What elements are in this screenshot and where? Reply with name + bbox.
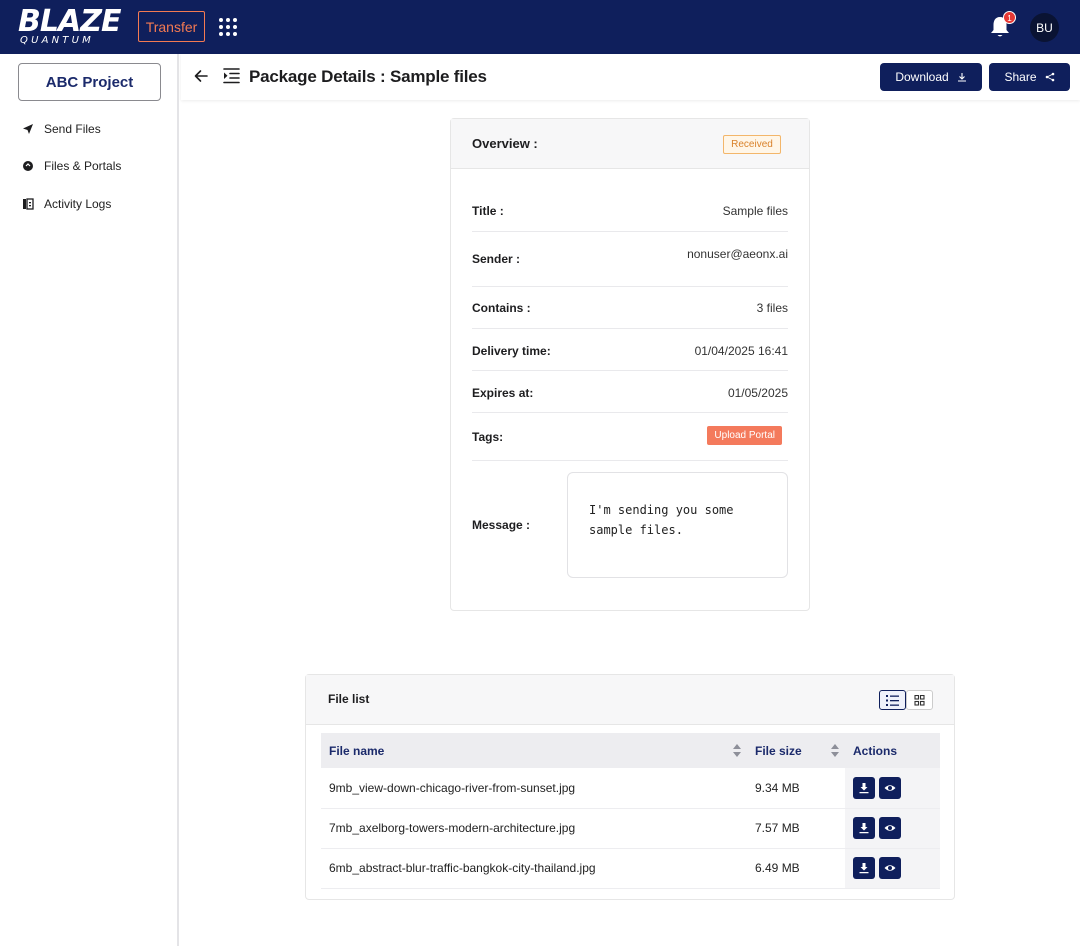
eye-icon: [884, 785, 896, 791]
row-preview-button[interactable]: [879, 817, 901, 839]
field-contains: Contains : 3 files: [472, 287, 788, 329]
list-view-button[interactable]: [879, 690, 906, 710]
eye-icon: [884, 825, 896, 831]
file-list-title: File list: [328, 692, 370, 706]
field-label: Delivery time:: [472, 344, 551, 358]
project-selector-button[interactable]: ABC Project: [18, 63, 161, 101]
sidebar: ABC Project Send Files Files & Portals A…: [0, 54, 179, 946]
files-icon: [23, 161, 33, 171]
field-label: Contains :: [472, 301, 531, 315]
download-button-label: Download: [895, 70, 949, 84]
field-title: Title : Sample files: [472, 199, 788, 232]
transfer-button[interactable]: Transfer: [138, 11, 205, 42]
download-icon: [859, 782, 869, 794]
tag-chip: Upload Portal: [707, 426, 782, 445]
share-icon: [1045, 72, 1054, 82]
logs-icon: [23, 198, 34, 210]
sidebar-item-label: Files & Portals: [44, 159, 122, 173]
row-download-button[interactable]: [853, 817, 875, 839]
field-value: 3 files: [756, 301, 788, 315]
menu-collapse-icon[interactable]: [223, 67, 240, 84]
apps-grid-icon[interactable]: [218, 17, 238, 37]
file-size-cell: 9.34 MB: [747, 768, 845, 809]
file-table: File name File size Actions 9mb_view-dow…: [321, 733, 940, 889]
status-badge: Received: [723, 135, 781, 154]
message-box: I'm sending you some sample files.: [567, 472, 788, 578]
list-view-icon: [886, 694, 899, 706]
column-header-label: File name: [329, 743, 385, 758]
overview-title: Overview :: [472, 136, 538, 151]
actions-cell: [845, 768, 940, 809]
sidebar-item-activity-logs[interactable]: Activity Logs: [22, 193, 111, 215]
grid-view-icon: [914, 694, 925, 706]
send-icon: [23, 124, 33, 134]
row-download-button[interactable]: [853, 857, 875, 879]
download-icon: [957, 73, 966, 82]
file-name-cell: 6mb_abstract-blur-traffic-bangkok-city-t…: [321, 848, 747, 889]
message-label: Message :: [472, 518, 531, 532]
eye-icon: [884, 865, 896, 871]
sort-icon: [733, 744, 741, 757]
actions-cell: [845, 808, 940, 849]
file-size-cell: 6.49 MB: [747, 848, 845, 889]
field-tags: Tags: Upload Portal: [472, 413, 788, 461]
row-preview-button[interactable]: [879, 776, 901, 799]
overview-card-header: Overview : Received: [451, 119, 809, 169]
file-size-cell: 7.57 MB: [747, 808, 845, 849]
column-header-file-name[interactable]: File name: [321, 733, 747, 768]
download-button[interactable]: Download: [880, 63, 982, 91]
actions-cell: [845, 848, 940, 889]
field-label: Tags:: [472, 430, 504, 444]
share-button[interactable]: Share: [989, 63, 1070, 91]
field-value: 01/05/2025: [727, 386, 788, 400]
sidebar-item-label: Send Files: [44, 122, 101, 136]
table-row: 9mb_view-down-chicago-river-from-sunset.…: [321, 768, 940, 809]
row-download-button[interactable]: [853, 776, 875, 799]
file-list-card: File list File name File size Actions 9m…: [305, 674, 955, 900]
field-label: Title :: [472, 204, 504, 218]
field-value: Sample files: [722, 204, 788, 218]
overview-card: Overview : Received Title : Sample files…: [450, 118, 810, 611]
field-label: Sender :: [472, 252, 521, 266]
column-header-file-size[interactable]: File size: [747, 733, 845, 768]
row-preview-button[interactable]: [879, 857, 901, 879]
field-value: nonuser@aeonx.ai: [687, 247, 788, 261]
logo-text: BLAZE: [18, 4, 121, 39]
field-sender: Sender : nonuser@aeonx.ai: [472, 232, 788, 287]
page-title: Package Details : Sample files: [249, 67, 487, 86]
grid-view-button[interactable]: [906, 690, 933, 710]
field-value: 01/04/2025 16:41: [694, 344, 788, 358]
column-header-actions: Actions: [845, 733, 940, 768]
file-name-cell: 9mb_view-down-chicago-river-from-sunset.…: [321, 768, 747, 809]
top-bar: BLAZE QUANTUM Transfer 1 BU: [0, 0, 1080, 54]
table-row: 7mb_axelborg-towers-modern-architecture.…: [321, 808, 940, 849]
avatar[interactable]: BU: [1030, 13, 1059, 42]
download-icon: [859, 823, 869, 834]
file-list-header: File list: [306, 675, 954, 725]
download-icon: [859, 863, 869, 874]
column-header-label: Actions: [853, 743, 898, 758]
sidebar-item-label: Activity Logs: [44, 197, 112, 211]
page-header: Package Details : Sample files Download …: [181, 54, 1080, 100]
sidebar-item-files-portals[interactable]: Files & Portals: [22, 155, 121, 177]
column-header-label: File size: [755, 743, 802, 758]
back-arrow-icon[interactable]: [193, 68, 209, 84]
table-header-row: File name File size Actions: [321, 733, 940, 768]
file-name-cell: 7mb_axelborg-towers-modern-architecture.…: [321, 808, 747, 849]
field-delivery-time: Delivery time: 01/04/2025 16:41: [472, 329, 788, 371]
table-row: 6mb_abstract-blur-traffic-bangkok-city-t…: [321, 848, 940, 889]
sort-icon: [831, 744, 839, 757]
share-button-label: Share: [1004, 70, 1037, 84]
sidebar-item-send-files[interactable]: Send Files: [22, 118, 101, 140]
notification-badge: 1: [1003, 11, 1016, 24]
field-label: Expires at:: [472, 386, 534, 400]
field-expires-at: Expires at: 01/05/2025: [472, 371, 788, 413]
blaze-quantum-logo[interactable]: BLAZE QUANTUM: [18, 4, 122, 46]
